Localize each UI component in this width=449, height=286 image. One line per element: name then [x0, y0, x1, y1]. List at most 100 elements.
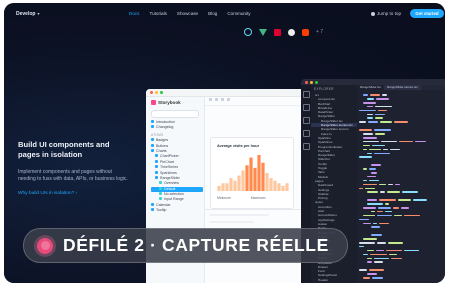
hero-section: Build UI components and pages in isolati… [18, 140, 128, 196]
record-icon [37, 237, 53, 254]
story-tree-label: Changelog [156, 125, 174, 130]
why-isolation-link[interactable]: Why build UIs in isolation? › [18, 191, 128, 196]
chevron-down-icon: ▾ [37, 11, 40, 16]
reset-zoom-icon[interactable] [221, 98, 224, 101]
angular-icon[interactable] [274, 28, 281, 36]
histogram-bar [229, 178, 233, 191]
close-icon[interactable] [150, 91, 153, 94]
histogram-bar [249, 157, 253, 191]
file-tree-item[interactable]: TableBlock [311, 282, 357, 283]
files-icon[interactable] [302, 91, 310, 98]
nav-link-docs[interactable]: Docs [129, 11, 139, 16]
minimize-icon[interactable] [310, 80, 313, 84]
story-tree-label: Sparklines [160, 170, 177, 175]
story-tree-label: Badges [156, 138, 169, 143]
nav-link-showcase[interactable]: Showcase [177, 11, 198, 16]
histogram-bar [253, 167, 257, 191]
stat-maximum: Maximum [250, 196, 266, 200]
get-started-button[interactable]: Get started [410, 9, 444, 18]
maximize-icon[interactable] [160, 91, 163, 94]
story-icon [159, 186, 162, 190]
capture-badge-label: DÉFILÉ 2 · CAPTURE RÉELLE [63, 235, 329, 255]
hero-body: Implement components and pages without n… [18, 169, 128, 182]
story-tree-item[interactable]: Overview [151, 181, 203, 186]
tab-rangeslider[interactable]: RangeSlider.tsx [357, 85, 385, 90]
component-icon [151, 138, 154, 142]
histogram-bar [277, 183, 281, 191]
code-line [359, 276, 445, 280]
component-icon [151, 120, 154, 123]
story-tree-label: No selection [164, 192, 184, 197]
story-tree: Introduction Changelog ATOMS Badges Buttons C… [151, 120, 203, 214]
histogram-bar [221, 183, 225, 191]
story-tree-label: Charts [156, 148, 167, 153]
web-components-icon[interactable] [288, 28, 295, 36]
story-tree-label: Overview [164, 181, 179, 186]
html-icon[interactable] [302, 28, 309, 36]
window-titlebar [146, 89, 303, 97]
jump-label: Jump to top [377, 11, 402, 16]
hero-title: Build UI components and pages in isolati… [18, 140, 110, 159]
histogram-bar [261, 162, 265, 191]
histogram-bar [281, 185, 285, 191]
histogram-bar [273, 180, 277, 191]
component-icon [151, 208, 154, 212]
code-area[interactable] [359, 93, 445, 280]
react-icon[interactable] [244, 28, 252, 36]
story-tree-label: PieChart [160, 159, 174, 164]
more-frameworks-link[interactable]: + 7 [316, 29, 323, 35]
component-icon [151, 143, 154, 147]
nav-brand-label: Develop [16, 11, 36, 17]
storybook-mark-icon [151, 100, 156, 105]
source-control-icon[interactable] [302, 117, 310, 124]
story-tree-label: ATOMS [151, 132, 164, 137]
tab-rangeslider-stories[interactable]: RangeSlider.stories.tsx [384, 85, 421, 90]
close-icon[interactable] [305, 80, 308, 84]
why-isolation-label: Why build UIs in isolation? [18, 191, 75, 196]
component-icon [151, 202, 154, 206]
chart-card: Average visits per hour Minimum Maximum [210, 137, 294, 209]
jump-to-top-link[interactable]: Jump to top [371, 11, 401, 16]
storybook-logo-label: Storybook [158, 100, 181, 105]
story-tree-label: TimeSeries [160, 165, 179, 170]
zoom-in-icon[interactable] [209, 98, 212, 101]
story-tree-label: RangeSlider [160, 175, 180, 180]
histogram-bar [233, 180, 237, 191]
story-tree-label: Tooltip [156, 208, 167, 213]
top-nav: Develop ▾ Docs Tutorials Showcase Blog Co… [4, 3, 445, 25]
nav-link-tutorials[interactable]: Tutorials [149, 11, 166, 16]
stat-minimum: Minimum [217, 196, 231, 200]
story-search-input[interactable] [151, 110, 199, 118]
extensions-icon[interactable] [302, 143, 310, 150]
story-icon [159, 192, 162, 196]
nav-link-community[interactable]: Community [227, 11, 250, 16]
minimize-icon[interactable] [155, 91, 158, 94]
grid-icon[interactable] [227, 98, 230, 101]
capture-badge: DÉFILÉ 2 · CAPTURE RÉELLE [23, 228, 348, 263]
nav-link-blog[interactable]: Blog [208, 11, 217, 16]
histogram-bar [285, 183, 289, 191]
story-tree-item[interactable]: Tooltip [151, 208, 203, 213]
storybook-logo: Storybook [151, 100, 181, 105]
histogram-bar [217, 185, 221, 191]
component-icon [155, 170, 158, 174]
search-icon[interactable] [302, 104, 310, 111]
canvas-toolbar [205, 97, 303, 106]
editor-tabs: RangeSlider.tsx RangeSlider.stories.tsx [357, 85, 445, 90]
histogram-bar [241, 170, 245, 191]
nav-menu-develop[interactable]: Develop ▾ [16, 11, 39, 17]
story-tree-item[interactable]: Changelog [151, 125, 203, 130]
explorer-title: EXPLORER [314, 87, 334, 91]
story-tree-label: Input Range [164, 197, 184, 202]
maximize-icon[interactable] [315, 80, 318, 84]
story-tree-label: ChartPicker [160, 154, 179, 159]
histogram-bar [245, 165, 249, 191]
component-icon [151, 148, 154, 152]
histogram [217, 155, 289, 191]
vue-icon[interactable] [259, 28, 267, 36]
story-tree-label: Introduction [156, 120, 175, 124]
story-tree-label: Buttons [156, 143, 169, 148]
histogram-bar [225, 183, 229, 191]
zoom-out-icon[interactable] [215, 98, 218, 101]
run-icon[interactable] [302, 130, 310, 137]
